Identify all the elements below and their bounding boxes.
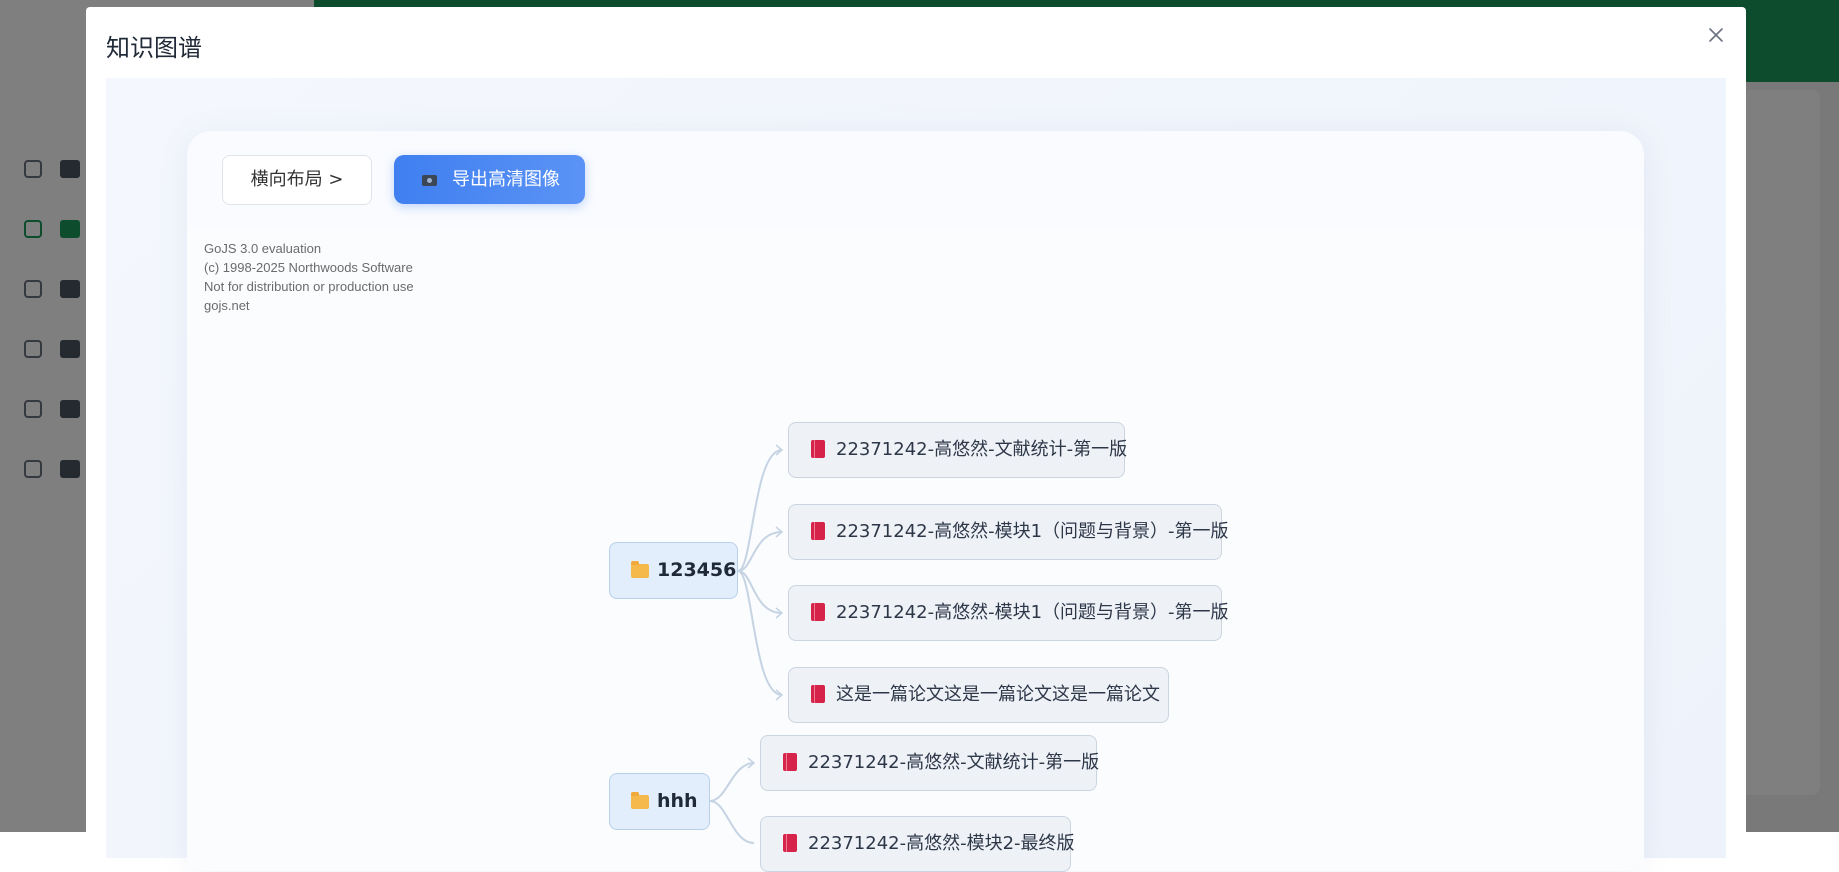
- paper-node-label: 22371242-高悠然-文献统计-第一版: [808, 752, 1100, 773]
- paper-node-label: 这是一篇论文这是一篇论文这是一篇论文: [836, 684, 1160, 705]
- graph-paper-node[interactable]: 22371242-高悠然-模块1（问题与背景）-第一版: [788, 504, 1229, 560]
- graph-paper-node[interactable]: 22371242-高悠然-模块2-最终版: [760, 816, 1075, 872]
- book-icon: [783, 753, 797, 771]
- graph-link: [709, 800, 755, 844]
- folder-icon: [631, 792, 649, 809]
- book-icon: [783, 834, 797, 852]
- diagram-canvas[interactable]: GoJS 3.0 evaluation (c) 1998-2025 Northw…: [187, 229, 1644, 872]
- knowledge-graph-dialog: 知识图谱 横向布局 > 导出高清图像 GoJS 3.0 evaluation (…: [86, 7, 1746, 872]
- graph-link: [737, 570, 783, 696]
- graph-paper-node[interactable]: 这是一篇论文这是一篇论文这是一篇论文: [788, 667, 1169, 723]
- dialog-body: 横向布局 > 导出高清图像 GoJS 3.0 evaluation (c) 19…: [106, 78, 1726, 872]
- graph-paper-node[interactable]: 22371242-高悠然-文献统计-第一版: [788, 422, 1128, 478]
- graph-link: [737, 570, 783, 614]
- graph-link: [709, 762, 755, 802]
- book-icon: [811, 685, 825, 703]
- graph-group-node[interactable]: hhh: [609, 773, 710, 830]
- dialog-title: 知识图谱: [106, 34, 202, 62]
- folder-icon: [631, 561, 649, 578]
- graph-link: [737, 449, 783, 572]
- close-button[interactable]: [1704, 23, 1728, 47]
- graph-paper-node[interactable]: 22371242-高悠然-模块1（问题与背景）-第一版: [788, 585, 1229, 641]
- graph-link: [737, 531, 783, 572]
- book-icon: [811, 522, 825, 540]
- group-node-label: 123456: [657, 559, 737, 581]
- export-image-button[interactable]: 导出高清图像: [394, 155, 585, 204]
- book-icon: [811, 603, 825, 621]
- paper-node-label: 22371242-高悠然-模块1（问题与背景）-第一版: [836, 521, 1229, 542]
- graph-paper-node[interactable]: 22371242-高悠然-文献统计-第一版: [760, 735, 1100, 791]
- paper-node-label: 22371242-高悠然-模块2-最终版: [808, 833, 1075, 854]
- diagram-toolbar: 横向布局 > 导出高清图像: [187, 131, 1644, 229]
- close-icon: [1709, 28, 1723, 42]
- export-image-label: 导出高清图像: [452, 169, 560, 190]
- paper-node-label: 22371242-高悠然-文献统计-第一版: [836, 439, 1128, 460]
- paper-node-label: 22371242-高悠然-模块1（问题与背景）-第一版: [836, 602, 1229, 623]
- graph-group-node[interactable]: 123456: [609, 542, 738, 599]
- book-icon: [811, 440, 825, 458]
- diagram-card: 横向布局 > 导出高清图像 GoJS 3.0 evaluation (c) 19…: [187, 131, 1644, 872]
- layout-toggle-button[interactable]: 横向布局 >: [222, 155, 372, 205]
- group-node-label: hhh: [657, 790, 698, 812]
- camera-icon: [422, 175, 437, 186]
